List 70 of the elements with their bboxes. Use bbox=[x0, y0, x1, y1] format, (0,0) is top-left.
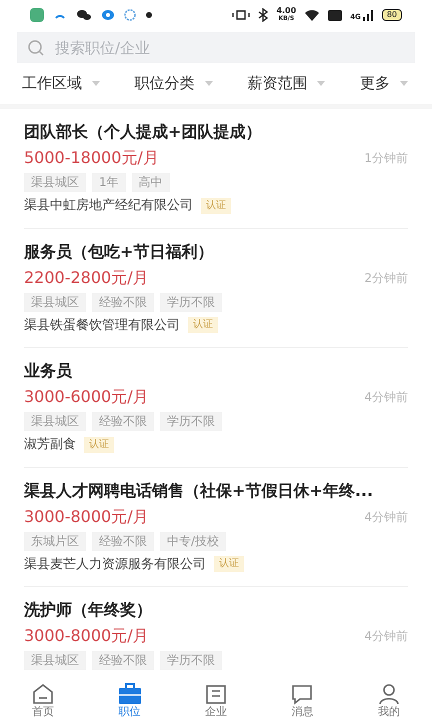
job-tag: 渠县城区 bbox=[24, 651, 86, 670]
user-icon bbox=[376, 682, 401, 704]
salary: 3000-8000元/月 bbox=[24, 625, 149, 647]
job-tag: 学历不限 bbox=[160, 412, 222, 431]
nav-tab[interactable]: 我的 bbox=[346, 680, 432, 720]
job-tag: 渠县城区 bbox=[24, 292, 86, 312]
verified-badge: 认证 bbox=[84, 436, 114, 453]
job-tag: 中专/技校 bbox=[160, 532, 226, 550]
nav-tab[interactable]: 职位 bbox=[86, 680, 173, 720]
job-card[interactable]: 服务员（包吃+节日福利） 2200-2800元/月 2分钟前 渠县城区 经验不限 学历不限 渠县铁蛋餐饮管理有限公司 认证 bbox=[24, 228, 408, 348]
nav-tab[interactable]: 企业 bbox=[172, 680, 260, 720]
job-title: 服务员（包吃+节日福利） bbox=[24, 240, 214, 262]
salary: 2200-2800元/月 bbox=[24, 266, 149, 288]
signal-icon bbox=[362, 9, 374, 21]
caret-icon bbox=[317, 81, 326, 86]
job-card[interactable]: 团队部长（个人提成+团队提成） 5000-18000元/月 1分钟前 渠县城区 1年 高中 渠县中虹房地产经纪有限公司 认证 bbox=[24, 109, 408, 228]
job-title: 渠县人才网聘电话销售（社保+节假日休+年终... bbox=[24, 480, 374, 502]
building-icon bbox=[204, 682, 228, 704]
briefcase-icon bbox=[118, 682, 142, 704]
post-time: 4分钟前 bbox=[364, 508, 408, 526]
wifi-icon bbox=[304, 9, 320, 21]
network-speed: 4.00 bbox=[276, 7, 296, 15]
job-tag: 学历不限 bbox=[160, 292, 222, 312]
message-icon bbox=[290, 682, 314, 704]
salary: 3000-6000元/月 bbox=[24, 386, 149, 408]
job-card[interactable]: 渠县人才网聘电话销售（社保+节假日休+年终... 3000-8000元/月 4分钟前 东城片区 经验不限 中专/技校 渠县麦芒人力资源服务有限公司 认证 bbox=[24, 468, 408, 587]
battery-level: 80 bbox=[382, 9, 402, 21]
post-time: 1分钟前 bbox=[364, 150, 408, 167]
job-tag: 经验不限 bbox=[92, 532, 154, 550]
nav-tab[interactable]: 消息 bbox=[259, 680, 346, 720]
home-icon bbox=[31, 682, 56, 704]
company-name: 渠县中虹房地产经纪有限公司 bbox=[24, 197, 193, 215]
search-field[interactable]: 搜索职位/企业 bbox=[17, 32, 415, 63]
verified-badge: 认证 bbox=[214, 556, 244, 572]
post-time: 2分钟前 bbox=[364, 270, 408, 286]
post-time: 4分钟前 bbox=[364, 389, 408, 406]
job-tag: 渠县城区 bbox=[24, 173, 86, 192]
nav-tab[interactable]: 首页 bbox=[0, 680, 86, 720]
filter-dropdown[interactable]: 工作区域 bbox=[22, 72, 100, 95]
job-tag: 经验不限 bbox=[92, 412, 154, 431]
job-tag: 东城片区 bbox=[24, 532, 86, 550]
app-icon bbox=[30, 8, 44, 22]
verified-badge: 认证 bbox=[201, 198, 231, 214]
bluetooth-icon bbox=[258, 8, 268, 22]
verified-badge: 认证 bbox=[188, 317, 218, 334]
job-tag: 学历不限 bbox=[160, 651, 222, 670]
caret-icon bbox=[204, 81, 213, 86]
chat-icon bbox=[76, 9, 92, 21]
job-tag: 经验不限 bbox=[92, 292, 154, 312]
filter-dropdown[interactable]: 职位分类 bbox=[134, 72, 213, 95]
company-name: 淑芳副食 bbox=[24, 436, 76, 454]
job-tag: 高中 bbox=[132, 173, 170, 192]
job-title: 团队部长（个人提成+团队提成） bbox=[24, 121, 262, 143]
search-icon bbox=[27, 38, 45, 56]
job-title: 业务员 bbox=[24, 360, 73, 382]
company-name: 渠县铁蛋餐饮管理有限公司 bbox=[24, 316, 180, 334]
job-card[interactable]: 业务员 3000-6000元/月 4分钟前 渠县城区 经验不限 学历不限 淑芳副食 认证 bbox=[24, 348, 408, 468]
caret-icon bbox=[92, 81, 100, 86]
job-tag: 经验不限 bbox=[92, 651, 154, 670]
filter-dropdown[interactable]: 更多 bbox=[360, 72, 408, 95]
salary: 3000-8000元/月 bbox=[24, 506, 149, 528]
filter-dropdown[interactable]: 薪资范围 bbox=[247, 72, 326, 95]
job-tag: 渠县城区 bbox=[24, 412, 86, 431]
caret-icon bbox=[400, 81, 408, 86]
post-time: 4分钟前 bbox=[364, 628, 408, 645]
salary: 5000-18000元/月 bbox=[24, 147, 159, 169]
dot-icon bbox=[146, 12, 152, 18]
job-title: 洗护师（年终奖） bbox=[24, 599, 153, 621]
company-name: 渠县麦芒人力资源服务有限公司 bbox=[24, 556, 206, 574]
job-tag: 1年 bbox=[92, 173, 126, 192]
